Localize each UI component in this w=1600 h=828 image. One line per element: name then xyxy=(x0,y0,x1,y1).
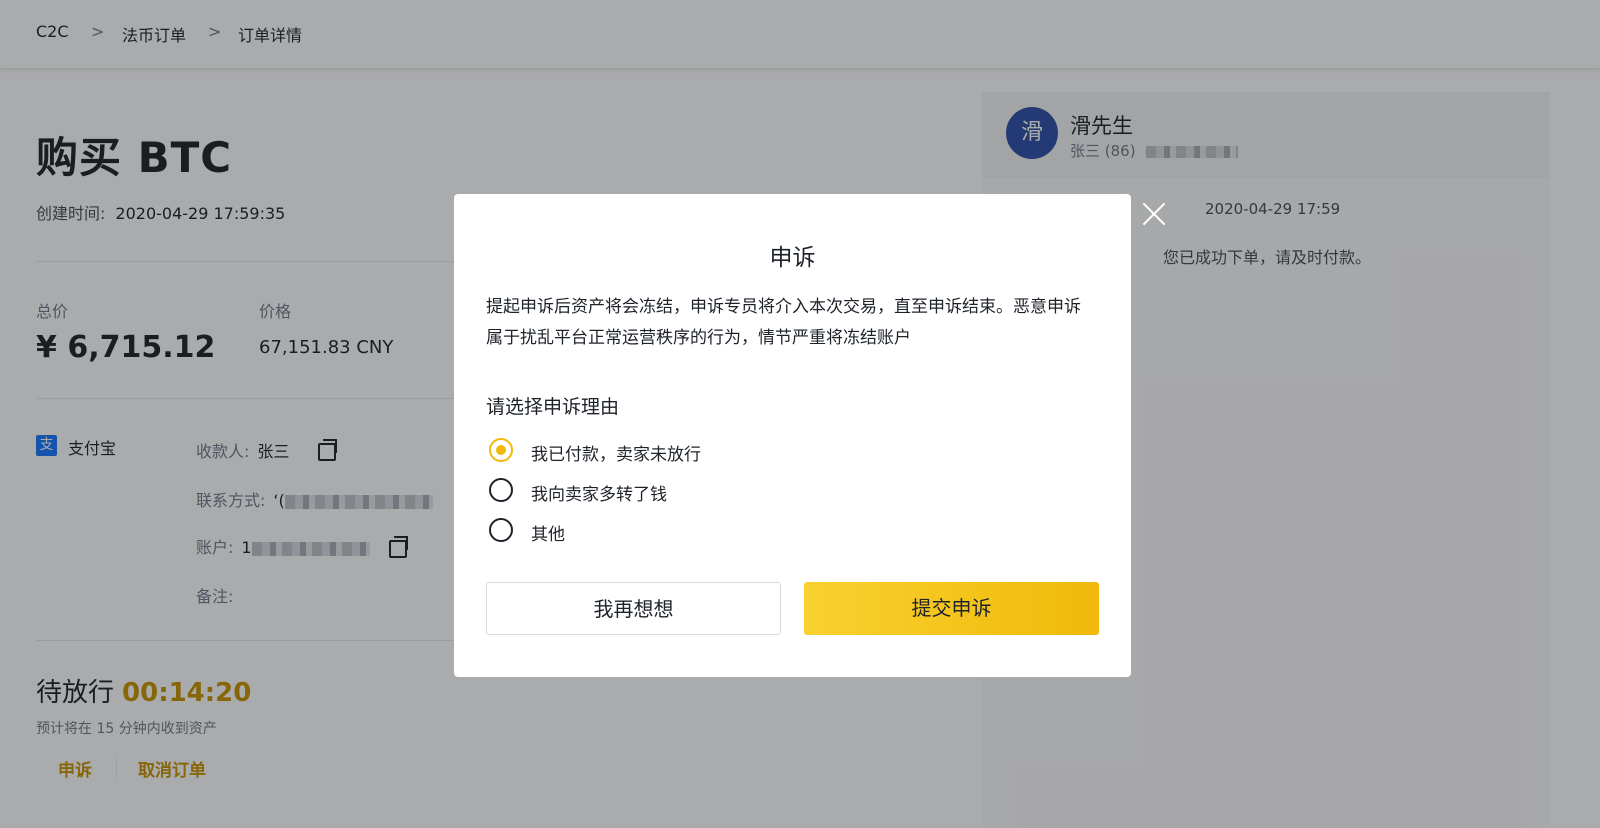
radio-icon[interactable] xyxy=(489,478,513,502)
reason-label: 我已付款，卖家未放行 xyxy=(531,445,701,465)
dialog-description: 提起申诉后资产将会冻结，申诉专员将介入本次交易，直至申诉结束。恶意申诉属于扰乱平… xyxy=(486,297,1081,348)
reconsider-button[interactable]: 我再想想 xyxy=(486,582,781,635)
reason-label: 我向卖家多转了钱 xyxy=(531,485,667,505)
reason-option-overpaid[interactable]: 我向卖家多转了钱 xyxy=(486,476,886,506)
reason-label: 其他 xyxy=(531,525,565,545)
dialog-title: 申诉 xyxy=(769,245,816,271)
reason-option-paid[interactable]: 我已付款，卖家未放行 xyxy=(486,436,886,466)
reason-option-other[interactable]: 其他 xyxy=(486,516,886,546)
radio-icon[interactable] xyxy=(489,518,513,542)
close-icon[interactable] xyxy=(1140,200,1168,228)
appeal-dialog: 申诉 提起申诉后资产将会冻结，申诉专员将介入本次交易，直至申诉结束。恶意申诉属于… xyxy=(454,194,1131,677)
radio-selected-icon[interactable] xyxy=(489,438,513,462)
reason-question: 请选择申诉理由 xyxy=(486,396,620,418)
submit-appeal-button[interactable]: 提交申诉 xyxy=(804,582,1099,635)
